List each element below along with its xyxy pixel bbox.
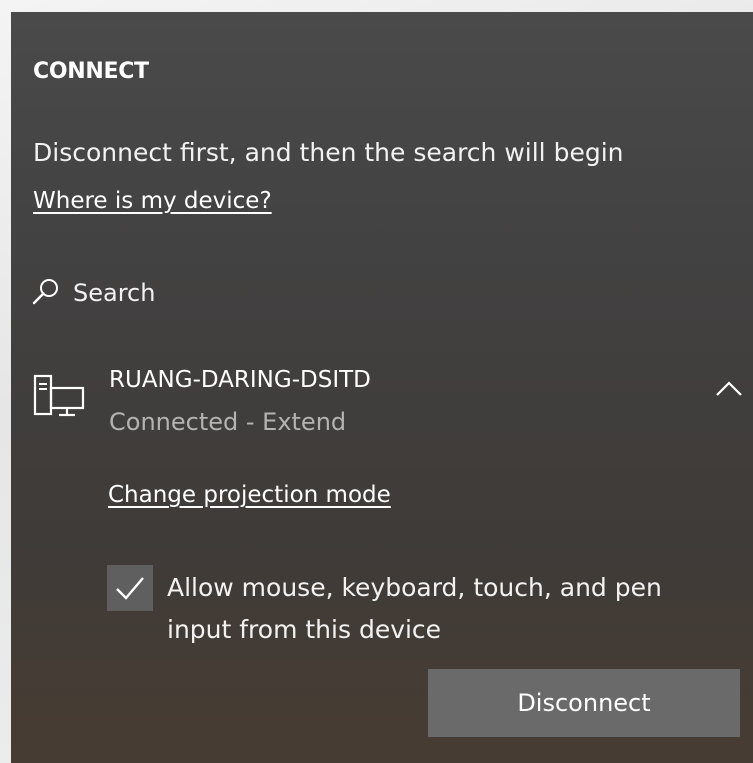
disconnect-button[interactable]: Disconnect xyxy=(428,669,740,737)
search-icon xyxy=(31,276,61,310)
search-label: Search xyxy=(73,279,156,307)
checkmark-icon xyxy=(116,577,144,600)
device-list-item[interactable]: RUANG-DARING-DSITD Connected - Extend xyxy=(33,367,753,457)
status-message: Disconnect first, and then the search wi… xyxy=(33,138,624,167)
panel-title: CONNECT xyxy=(33,59,149,84)
device-status: Connected - Extend xyxy=(109,408,347,436)
change-projection-mode-link[interactable]: Change projection mode xyxy=(108,482,391,508)
projector-display-icon xyxy=(33,372,87,420)
allow-input-label: Allow mouse, keyboard, touch, and pen in… xyxy=(167,573,662,644)
connect-panel: CONNECT Disconnect first, and then the s… xyxy=(11,12,753,763)
device-name: RUANG-DARING-DSITD xyxy=(109,367,371,393)
where-is-my-device-link[interactable]: Where is my device? xyxy=(33,188,272,214)
chevron-up-icon[interactable] xyxy=(709,373,749,405)
search-button[interactable]: Search xyxy=(31,276,155,310)
allow-input-checkbox[interactable] xyxy=(107,565,153,611)
